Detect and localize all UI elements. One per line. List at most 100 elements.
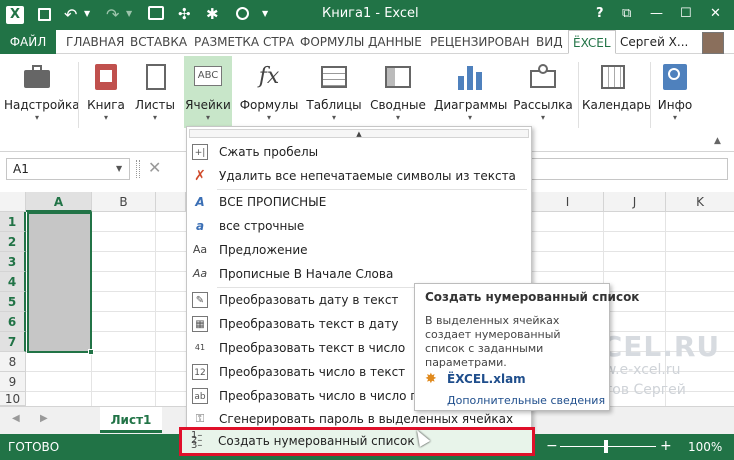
table-icon (319, 62, 349, 92)
pivots-label: Сводные (370, 98, 426, 112)
text-to-date-icon: ▦ (192, 316, 208, 332)
tab-review[interactable]: РЕЦЕНЗИРОВАН (426, 30, 534, 54)
sheets-icon (140, 62, 170, 92)
quick-access-dropdown-icon[interactable]: ▼ (262, 9, 268, 18)
sheet-tab-list1[interactable]: Лист1 (100, 407, 162, 433)
row-header-9[interactable]: 9 (0, 372, 26, 392)
fx-icon: fx (258, 64, 280, 89)
menu-item-numbered-list[interactable]: 1– 2– 3– Создать нумерованный список (179, 427, 535, 456)
select-all-corner[interactable] (0, 192, 26, 212)
cells-button[interactable]: ABC Ячейки ▾ (184, 56, 232, 128)
camera-icon[interactable] (148, 6, 164, 20)
tooltip-more-link[interactable]: Дополнительные сведения (447, 394, 605, 407)
menu-item-lowercase[interactable]: a все строчные (187, 214, 531, 238)
tables-button[interactable]: Таблицы ▾ (306, 58, 362, 128)
save-icon[interactable] (38, 8, 51, 21)
fill-handle[interactable] (88, 349, 94, 355)
number-to-text-icon: 12 (192, 364, 208, 380)
prev-sheet-icon[interactable]: ◀ (12, 413, 20, 424)
row-header-5[interactable]: 5 (0, 292, 26, 312)
formulas-button[interactable]: fx Формулы ▾ (238, 58, 300, 128)
menu-item-label: Преобразовать дату в текст (219, 293, 399, 307)
search-icon[interactable] (236, 7, 249, 20)
charts-button[interactable]: Диаграммы ▾ (434, 58, 507, 128)
formula-bar-grip-icon[interactable] (136, 160, 140, 178)
tab-view[interactable]: ВИД (532, 30, 567, 54)
workbook-label: Книга (87, 98, 125, 112)
ribbon-display-button[interactable]: ⧉ (622, 6, 631, 22)
menu-item-uppercase[interactable]: A ВСЕ ПРОПИСНЫЕ (187, 190, 531, 214)
calendar-button[interactable]: Календарь (582, 58, 651, 128)
info-search-icon (660, 62, 690, 92)
close-button[interactable]: ✕ (710, 6, 721, 22)
tab-insert[interactable]: ВСТАВКА (126, 30, 191, 54)
excel-logo-icon[interactable]: X (6, 6, 24, 24)
tab-page-layout[interactable]: РАЗМЕТКА СТРА (190, 30, 298, 54)
menu-item-label: Прописные В Начале Слова (219, 267, 394, 281)
text-to-number-icon: 41 (194, 343, 206, 352)
row-header-6[interactable]: 6 (0, 312, 26, 332)
avatar[interactable] (702, 32, 724, 54)
column-header-c[interactable] (156, 192, 186, 212)
name-box-dropdown-icon[interactable]: ▼ (116, 164, 122, 173)
remove-symbols-icon: ✗ (194, 168, 206, 184)
pivots-button[interactable]: Сводные ▾ (368, 58, 428, 128)
undo-dropdown-icon[interactable]: ▼ (84, 9, 90, 18)
zoom-slider-thumb[interactable] (604, 440, 608, 453)
sheets-button[interactable]: Листы ▾ (134, 58, 176, 128)
star-icon[interactable]: ✱ (206, 5, 219, 23)
mailing-button[interactable]: Рассылка ▾ (512, 58, 574, 128)
tooltip: Создать нумерованный список В выделенных… (414, 283, 639, 411)
menu-scroll-up[interactable]: ▲ (189, 129, 529, 138)
next-sheet-icon[interactable]: ▶ (40, 413, 48, 424)
password-icon: ⚿ (195, 412, 205, 425)
menu-item-label: Предложение (219, 243, 308, 257)
date-to-text-icon: ✎ (192, 292, 208, 308)
minimize-button[interactable]: — (650, 6, 663, 22)
column-header-j[interactable]: J (604, 192, 666, 212)
workbook-button[interactable]: Книга ▾ (84, 58, 128, 128)
lowercase-icon: a (195, 219, 205, 233)
row-header-8[interactable]: 8 (0, 352, 26, 372)
row-header-2[interactable]: 2 (0, 232, 26, 252)
column-header-b[interactable]: B (92, 192, 156, 212)
undo-icon[interactable]: ↶ (64, 5, 77, 24)
formula-input[interactable] (532, 158, 728, 180)
info-button[interactable]: Инфо ▾ (654, 58, 696, 128)
column-header-a[interactable]: A (26, 192, 92, 212)
row-header-7[interactable]: 7 (0, 332, 26, 352)
help-button[interactable]: ? (596, 6, 604, 22)
row-header-1[interactable]: 1 (0, 212, 26, 232)
selected-range[interactable] (27, 212, 92, 353)
tab-excel-addin[interactable]: ЁXCEL (568, 30, 616, 54)
tab-home[interactable]: ГЛАВНАЯ (62, 30, 128, 54)
row-header-10[interactable]: 10 (0, 392, 26, 406)
collapse-ribbon-icon[interactable]: ▲ (714, 136, 721, 146)
tab-formulas[interactable]: ФОРМУЛЫ (296, 30, 368, 54)
maximize-button[interactable]: ☐ (680, 6, 692, 22)
zoom-slider[interactable] (560, 446, 656, 447)
row-header-4[interactable]: 4 (0, 272, 26, 292)
zoom-out-button[interactable]: − (546, 438, 558, 454)
addins-button[interactable]: Надстройка ▾ (4, 58, 80, 128)
name-box[interactable]: A1 (6, 158, 130, 180)
tab-data[interactable]: ДАННЫЕ (364, 30, 426, 54)
zoom-in-button[interactable]: + (660, 438, 672, 454)
cancel-entry-icon[interactable]: ✕ (148, 158, 161, 177)
row-header-3[interactable]: 3 (0, 252, 26, 272)
menu-item-sentence-case[interactable]: Aa Предложение (187, 238, 531, 262)
redo-dropdown-icon[interactable]: ▼ (126, 9, 132, 18)
user-name[interactable]: Сергей Х... (616, 30, 692, 54)
mail-icon (528, 62, 558, 92)
macro-icon[interactable]: ✣ (178, 5, 191, 23)
menu-item-compress-spaces[interactable]: +| Сжать пробелы (187, 140, 531, 164)
menu-item-label: Преобразовать текст в число (219, 341, 406, 355)
bar-chart-icon (455, 62, 485, 92)
tab-file[interactable]: ФАЙЛ (0, 30, 56, 54)
window-title: Книга1 - Excel (322, 6, 419, 21)
zoom-level[interactable]: 100% (688, 440, 722, 454)
mailing-label: Рассылка (513, 98, 573, 112)
column-header-i[interactable]: I (532, 192, 604, 212)
column-header-k[interactable]: K (666, 192, 734, 212)
menu-item-remove-symbols[interactable]: ✗ Удалить все непечатаемые символы из те… (187, 164, 531, 188)
